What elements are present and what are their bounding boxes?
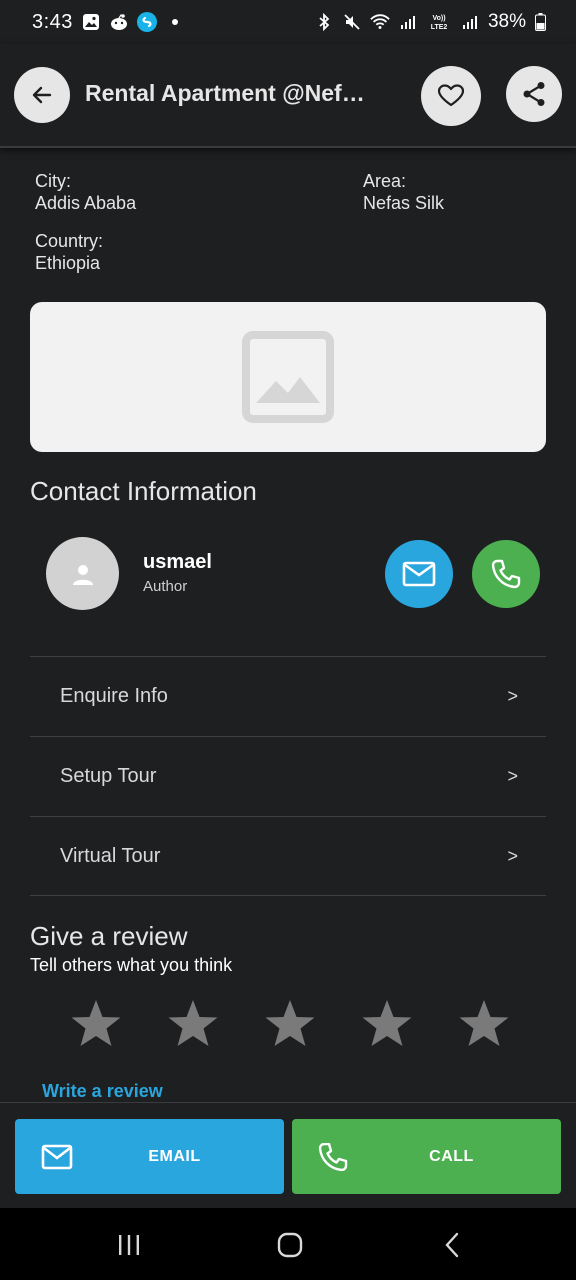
country-value: Ethiopia (35, 253, 101, 273)
bottom-action-bar: EMAIL CALL (0, 1102, 576, 1208)
shazam-icon (136, 12, 157, 32)
image-placeholder-icon (242, 331, 334, 423)
email-button-label: EMAIL (148, 1147, 201, 1165)
share-button[interactable] (506, 66, 562, 122)
chevron-left-icon (445, 1232, 459, 1258)
recent-apps-button[interactable] (109, 1230, 149, 1260)
chevron-right-icon: > (507, 845, 518, 866)
star-rating (70, 998, 510, 1050)
menu-item-label: Virtual Tour (60, 844, 161, 867)
menu-item-virtual-tour[interactable]: Virtual Tour > (30, 816, 546, 896)
email-contact-button[interactable] (385, 540, 453, 608)
menu-item-label: Enquire Info (60, 685, 168, 707)
mail-icon (402, 561, 436, 587)
dot-icon (165, 12, 185, 32)
phone-icon (491, 559, 521, 589)
top-app-bar: Rental Apartment @Nef… (0, 44, 576, 148)
avatar[interactable] (46, 537, 119, 610)
svg-text:LTE2: LTE2 (431, 24, 448, 31)
star-icon[interactable] (458, 998, 510, 1050)
city-value: Addis Ababa (35, 193, 137, 213)
status-bar: 3:43 Vo)) LTE2 38% (0, 0, 576, 44)
call-button-label: CALL (429, 1147, 474, 1165)
menu-item-label: Setup Tour (60, 765, 157, 787)
author-role: Author (143, 578, 188, 595)
share-icon (523, 82, 545, 106)
contact-section-title: Contact Information (30, 476, 257, 506)
system-nav-bar (0, 1208, 576, 1280)
chevron-right-icon: > (507, 766, 518, 786)
menu-item-setup-tour[interactable]: Setup Tour > (30, 736, 546, 816)
heart-icon (438, 84, 464, 107)
chevron-right-icon: > (507, 686, 518, 706)
city-label: City: (35, 171, 71, 191)
property-menu-list: Enquire Info > Setup Tour > Virtual Tour… (30, 656, 546, 896)
battery-icon (534, 12, 546, 32)
svg-text:Vo)): Vo)) (432, 15, 445, 22)
bluetooth-icon (314, 12, 334, 32)
reddit-icon (109, 12, 129, 32)
home-icon (277, 1232, 303, 1258)
user-icon (72, 564, 93, 585)
home-button[interactable] (270, 1230, 310, 1260)
star-icon[interactable] (264, 998, 316, 1050)
author-name: usmael (143, 551, 212, 573)
arrow-left-icon (32, 86, 52, 104)
email-button[interactable]: EMAIL (15, 1119, 284, 1194)
star-icon[interactable] (70, 998, 122, 1050)
gallery-icon (81, 12, 101, 32)
signal-icon (460, 12, 480, 32)
signal-icon (398, 12, 418, 32)
call-button[interactable]: CALL (292, 1119, 561, 1194)
status-right: Vo)) LTE2 38% (314, 11, 546, 33)
page-title: Rental Apartment @Nef… (85, 80, 365, 106)
favorite-button[interactable] (421, 66, 481, 126)
back-button[interactable] (14, 67, 70, 123)
recent-apps-icon (119, 1235, 139, 1255)
review-section-title: Give a review (30, 921, 188, 951)
status-time: 3:43 (32, 10, 73, 33)
review-subtitle: Tell others what you think (30, 955, 233, 975)
phone-contact-button[interactable] (472, 540, 540, 608)
property-image[interactable] (30, 302, 546, 452)
menu-item-enquire-info[interactable]: Enquire Info > (30, 656, 546, 736)
back-nav-button[interactable] (432, 1230, 472, 1260)
wifi-icon (370, 12, 390, 32)
write-review-link[interactable]: Write a review (42, 1081, 163, 1102)
volte-icon: Vo)) LTE2 (426, 12, 452, 32)
star-icon[interactable] (167, 998, 219, 1050)
star-icon[interactable] (361, 998, 413, 1050)
area-label: Area: (363, 171, 407, 191)
mute-icon (342, 12, 362, 32)
status-left: 3:43 (32, 11, 185, 34)
country-label: Country: (35, 231, 104, 251)
area-value: Nefas Silk (363, 193, 445, 213)
battery-level: 38% (487, 11, 526, 32)
